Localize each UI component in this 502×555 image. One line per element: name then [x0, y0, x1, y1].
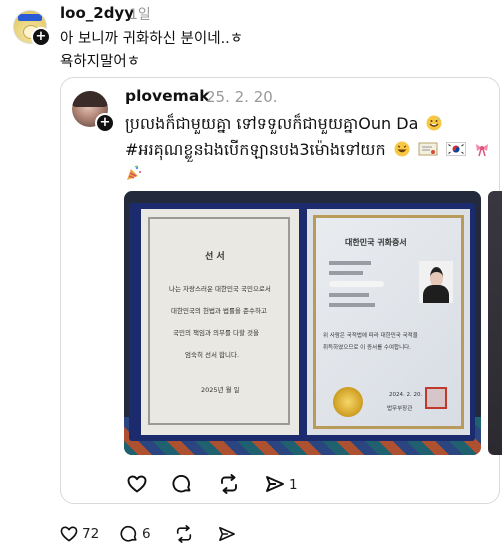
quoted-text-line-2-text: #អរគុណខ្លួនឯងបើកឡានបង3ម៉ោងទៅយក	[125, 140, 386, 159]
comment-icon[interactable]	[120, 525, 138, 543]
quoted-date: 25. 2. 20.	[206, 88, 278, 106]
oath-line-4: 엄숙히 선서 합니다.	[185, 351, 240, 359]
oath-title: 선 서	[205, 252, 225, 262]
next-photo-peek[interactable]	[488, 191, 502, 455]
grinning-sweat-emoji	[426, 115, 442, 131]
repost-icon[interactable]	[174, 525, 194, 543]
gold-seal-icon	[333, 387, 363, 417]
quoted-username[interactable]: plovemak	[125, 87, 210, 105]
share-icon[interactable]	[218, 526, 236, 542]
like-count: 72	[82, 526, 100, 542]
quoted-text-line-1: ប្រលងក៏ជាមួយគ្នា ទៅទទួលក៏ជាមួយគ្នាOun Da	[125, 113, 442, 135]
oath-line-1: 나는 자랑스러운 대한민국 국민으로서	[169, 285, 271, 293]
oath-page: 선 서 나는 자랑스러운 대한민국 국민으로서 대한민국의 헌법과 법률을 준수…	[141, 209, 299, 435]
red-stamp-icon	[425, 387, 447, 409]
certificate-body-2: 취득하였으므로 이 증서를 수여합니다.	[323, 345, 411, 351]
comment-username[interactable]: loo_2dyy	[60, 4, 134, 22]
quoted-heart-icon[interactable]	[127, 475, 147, 493]
certificate-emoji	[418, 141, 438, 157]
naturalization-certificate-page: 대한민국 귀화증서 위 사람은 국적법에 따라 대한민국 국적을 취득하였으므로…	[307, 209, 470, 435]
quoted-text-line-2: #អរគុណខ្លួនឯងបើកឡានបង3ម៉ោងទៅយក	[125, 139, 490, 161]
certificate-body-1: 위 사람은 국적법에 따라 대한민국 국적을	[323, 333, 418, 339]
quoted-share-icon[interactable]	[265, 475, 285, 493]
comment-time: 1일	[129, 7, 151, 23]
quoted-repost-icon[interactable]	[218, 474, 240, 494]
quoted-text-line-1-text: ប្រលងក៏ជាមួយគ្នា ទៅទទួលក៏ជាមួយគ្នាOun Da	[125, 114, 419, 133]
certificate-photo[interactable]: 선 서 나는 자랑스러운 대한민국 국민으로서 대한민국의 헌법과 법률을 준수…	[124, 191, 481, 455]
comment-line-2: 욕하지말어ㅎ	[60, 54, 141, 70]
comment-line-1: 아 보니까 귀화하신 분이네..ㅎ	[60, 31, 244, 47]
certificate-date: 2024. 2. 20.	[389, 392, 423, 398]
id-photo	[419, 261, 453, 303]
party-emoji	[125, 164, 143, 186]
comment-count: 6	[142, 526, 151, 542]
quoted-comment-icon[interactable]	[172, 474, 192, 494]
certificate-title: 대한민국 귀화증서	[345, 238, 407, 247]
oath-line-3: 국민의 책임과 의무를 다할 것을	[173, 329, 260, 337]
certificate-issuer: 법무부장관	[387, 406, 413, 412]
korea-flag-emoji	[445, 141, 466, 157]
follow-plus-icon[interactable]: +	[31, 27, 51, 47]
quoted-follow-plus-icon[interactable]: +	[95, 113, 115, 133]
quoted-share-count: 1	[289, 477, 298, 493]
oath-line-2: 대한민국의 헌법과 법률을 준수하고	[171, 307, 267, 315]
ribbon-emoji	[474, 141, 490, 157]
oath-date: 2025년 월 일	[201, 386, 240, 394]
laughing-emoji	[394, 141, 410, 157]
like-icon[interactable]	[60, 526, 78, 542]
